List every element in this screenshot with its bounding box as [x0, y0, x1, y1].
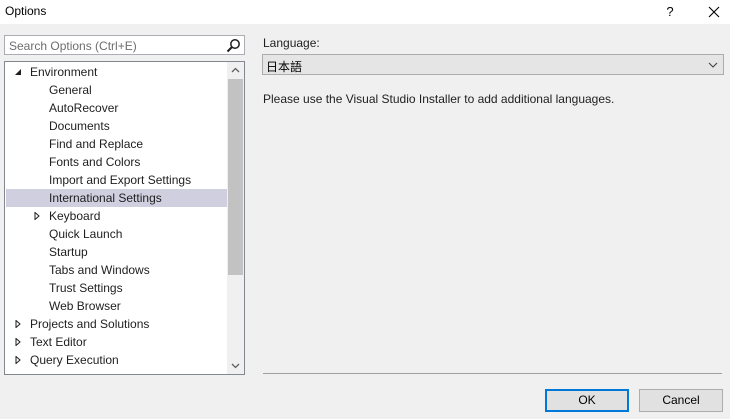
tree-item-label: Find and Replace [49, 137, 144, 151]
tree-item-import-and-export-settings[interactable]: Import and Export Settings [6, 171, 227, 189]
tree-item-label: AutoRecover [49, 101, 119, 115]
collapsed-arrow-icon[interactable] [33, 212, 41, 220]
tree-scrollbar[interactable] [227, 62, 244, 374]
tree-item-keyboard[interactable]: Keyboard [6, 207, 227, 225]
tree-item-text-editor[interactable]: Text Editor [6, 333, 227, 351]
chevron-up-icon [231, 67, 240, 73]
tree-item-projects-and-solutions[interactable]: Projects and Solutions [6, 315, 227, 333]
close-icon [708, 6, 720, 18]
tree-item-international-settings[interactable]: International Settings [6, 189, 227, 207]
expanded-arrow-icon[interactable] [14, 68, 22, 76]
tree-item-quick-launch[interactable]: Quick Launch [6, 225, 227, 243]
language-note: Please use the Visual Studio Installer t… [263, 92, 615, 106]
search-input[interactable]: Search Options (Ctrl+E) [4, 35, 245, 55]
tree-item-startup[interactable]: Startup [6, 243, 227, 261]
tree-item-autorecover[interactable]: AutoRecover [6, 99, 227, 117]
search-icon[interactable] [226, 38, 241, 53]
tree-item-tabs-and-windows[interactable]: Tabs and Windows [6, 261, 227, 279]
tree-item-label: Projects and Solutions [30, 317, 150, 331]
tree-item-label: International Settings [49, 191, 162, 205]
language-dropdown[interactable]: 日本語 [262, 54, 724, 75]
scroll-down-button[interactable] [227, 357, 244, 374]
tree-item-label: Web Browser [49, 299, 121, 313]
language-label: Language: [263, 36, 320, 50]
tree-item-environment[interactable]: Environment [6, 63, 227, 81]
collapsed-arrow-icon[interactable] [14, 320, 22, 328]
chevron-down-icon [231, 363, 240, 369]
divider [263, 373, 722, 374]
tree-item-label: Documents [49, 119, 110, 133]
ok-button[interactable]: OK [545, 389, 629, 412]
tree-item-label: General [49, 83, 92, 97]
tree-item-label: Quick Launch [49, 227, 123, 241]
tree-item-documents[interactable]: Documents [6, 117, 227, 135]
language-value: 日本語 [266, 60, 303, 74]
tree-item-label: Query Execution [30, 353, 119, 367]
chevron-down-icon [708, 62, 718, 68]
tree-item-general[interactable]: General [6, 81, 227, 99]
tree-item-label: Tabs and Windows [49, 263, 150, 277]
tree-item-label: Startup [49, 245, 88, 259]
collapsed-arrow-icon[interactable] [14, 356, 22, 364]
tree-item-query-execution[interactable]: Query Execution [6, 351, 227, 369]
close-button[interactable] [702, 0, 726, 24]
tree-item-label: Text Editor [30, 335, 87, 349]
tree-item-label: Environment [30, 65, 98, 79]
title-bar: Options ? [0, 0, 730, 24]
help-button[interactable]: ? [660, 0, 680, 24]
search-placeholder: Search Options (Ctrl+E) [9, 39, 137, 53]
tree-item-label: Keyboard [49, 209, 101, 223]
scroll-thumb[interactable] [228, 79, 243, 275]
collapsed-arrow-icon[interactable] [14, 338, 22, 346]
tree-item-label: Fonts and Colors [49, 155, 141, 169]
scroll-up-button[interactable] [227, 62, 244, 79]
options-tree[interactable]: Environment General AutoRecover Documents Fi… [4, 61, 245, 375]
tree-item-web-browser[interactable]: Web Browser [6, 297, 227, 315]
window-title: Options [5, 4, 47, 18]
tree-item-label: Trust Settings [49, 281, 123, 295]
tree-item-trust-settings[interactable]: Trust Settings [6, 279, 227, 297]
tree-item-find-and-replace[interactable]: Find and Replace [6, 135, 227, 153]
cancel-button[interactable]: Cancel [639, 389, 723, 412]
tree-item-label: Import and Export Settings [49, 173, 192, 187]
tree-item-fonts-and-colors[interactable]: Fonts and Colors [6, 153, 227, 171]
